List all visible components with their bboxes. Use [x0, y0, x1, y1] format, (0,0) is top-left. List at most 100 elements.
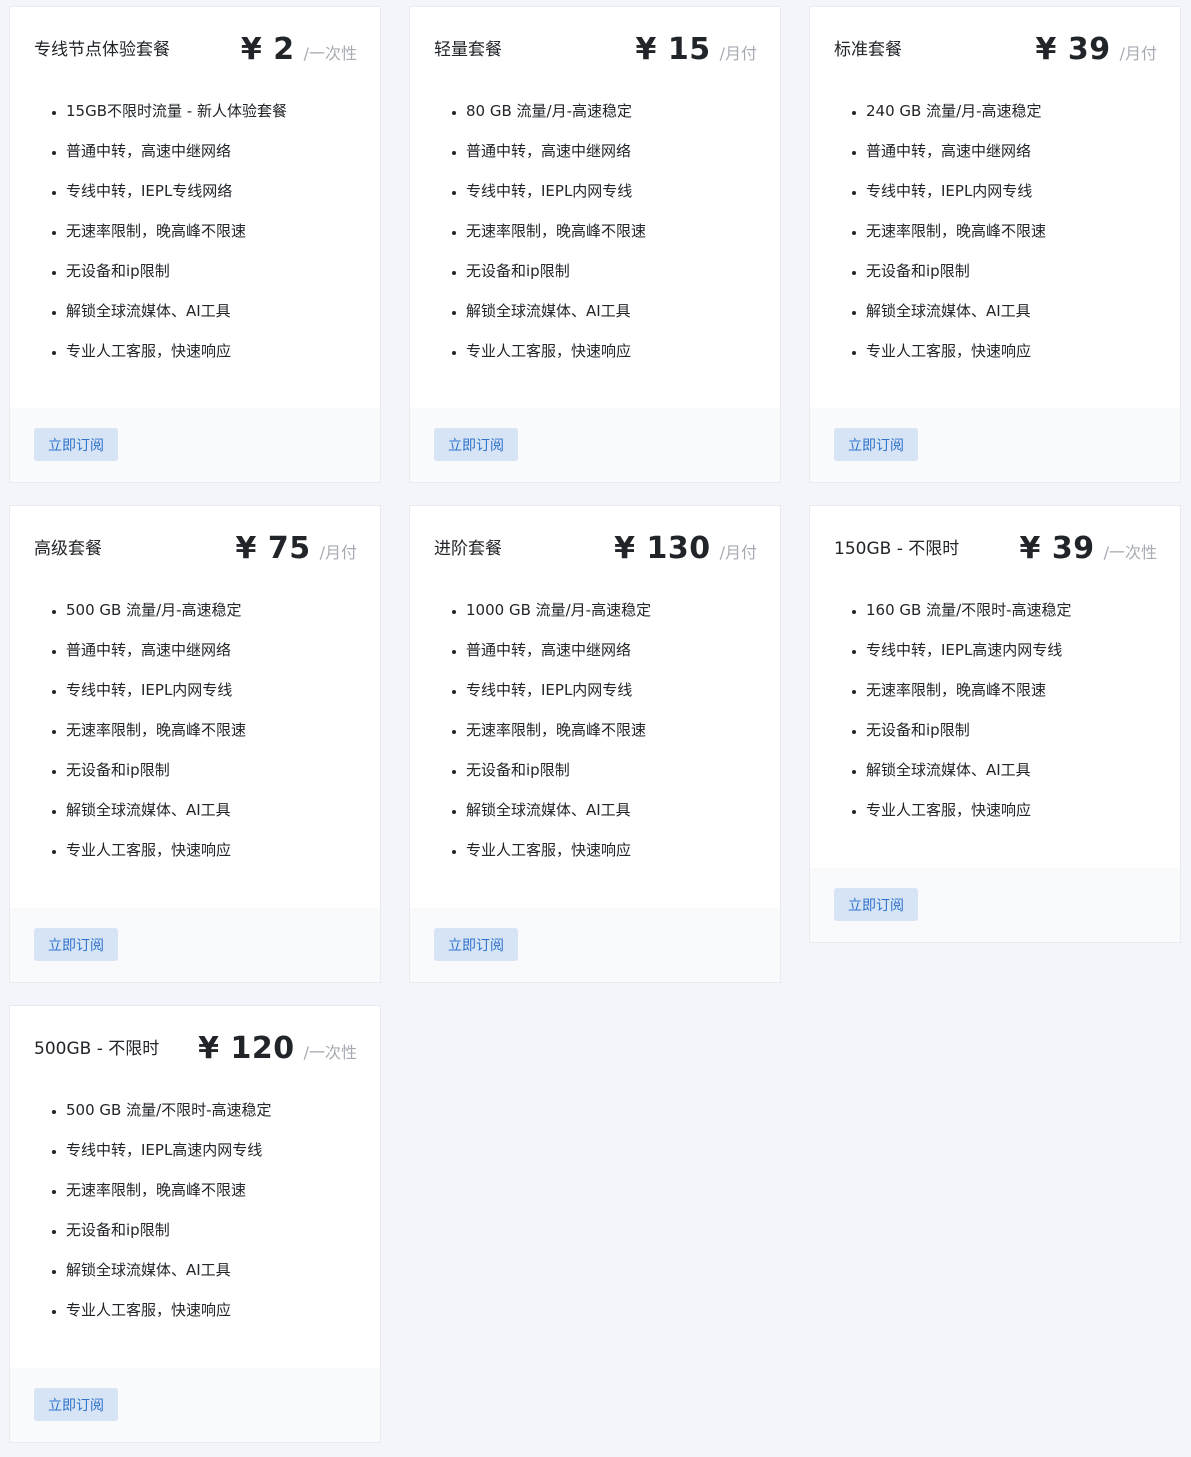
plan-price-group: ¥ 120 /一次性	[198, 1031, 357, 1067]
subscribe-button[interactable]: 立即订阅	[434, 928, 518, 961]
plan-feature: 无设备和ip限制	[66, 760, 380, 800]
plan-price: ¥ 15	[635, 32, 711, 67]
plan-feature: 80 GB 流量/月-高速稳定	[466, 101, 780, 141]
plan-feature-list: 240 GB 流量/月-高速稳定 普通中转，高速中继网络 专线中转，IEPL内网…	[810, 91, 1180, 408]
plan-feature: 500 GB 流量/月-高速稳定	[66, 600, 380, 640]
plan-name: 500GB - 不限时	[34, 1039, 160, 1059]
plan-feature: 解锁全球流媒体、AI工具	[466, 301, 780, 341]
plan-card-header: 高级套餐 ¥ 75 /月付	[10, 506, 380, 590]
plan-name: 轻量套餐	[434, 40, 502, 60]
plan-card: 标准套餐 ¥ 39 /月付 240 GB 流量/月-高速稳定 普通中转，高速中继…	[809, 6, 1181, 483]
plan-price-group: ¥ 2 /一次性	[241, 32, 357, 68]
plan-price-group: ¥ 39 /月付	[1036, 32, 1157, 68]
plan-feature: 解锁全球流媒体、AI工具	[866, 301, 1180, 341]
plan-price-group: ¥ 130 /月付	[614, 531, 757, 567]
plan-feature: 专线中转，IEPL高速内网专线	[66, 1140, 380, 1180]
plan-feature-list: 160 GB 流量/不限时-高速稳定 专线中转，IEPL高速内网专线 无速率限制…	[810, 590, 1180, 868]
plan-feature: 240 GB 流量/月-高速稳定	[866, 101, 1180, 141]
plan-feature: 专线中转，IEPL内网专线	[466, 680, 780, 720]
plan-card-header: 专线节点体验套餐 ¥ 2 /一次性	[10, 7, 380, 91]
subscribe-button[interactable]: 立即订阅	[34, 1388, 118, 1421]
plan-feature: 普通中转，高速中继网络	[66, 141, 380, 181]
plan-card: 专线节点体验套餐 ¥ 2 /一次性 15GB不限时流量 - 新人体验套餐 普通中…	[9, 6, 381, 483]
plan-feature: 专业人工客服，快速响应	[866, 341, 1180, 381]
plan-name: 标准套餐	[834, 40, 902, 60]
plan-feature: 无速率限制，晚高峰不限速	[66, 720, 380, 760]
plan-feature: 500 GB 流量/不限时-高速稳定	[66, 1100, 380, 1140]
plan-feature: 专业人工客服，快速响应	[66, 840, 380, 880]
plan-price: ¥ 120	[198, 1031, 295, 1066]
plan-card-header: 轻量套餐 ¥ 15 /月付	[410, 7, 780, 91]
plan-feature: 无速率限制，晚高峰不限速	[466, 221, 780, 261]
plan-feature: 无速率限制，晚高峰不限速	[466, 720, 780, 760]
plan-card-header: 500GB - 不限时 ¥ 120 /一次性	[10, 1006, 380, 1090]
plan-feature: 专线中转，IEPL内网专线	[66, 680, 380, 720]
plan-card-header: 150GB - 不限时 ¥ 39 /一次性	[810, 506, 1180, 590]
plan-feature: 无设备和ip限制	[466, 760, 780, 800]
plan-feature: 专线中转，IEPL高速内网专线	[866, 640, 1180, 680]
plan-period: /一次性	[303, 1043, 357, 1062]
plan-feature: 无速率限制，晚高峰不限速	[66, 221, 380, 261]
plan-card: 150GB - 不限时 ¥ 39 /一次性 160 GB 流量/不限时-高速稳定…	[809, 505, 1181, 943]
subscribe-button[interactable]: 立即订阅	[834, 428, 918, 461]
plan-grid: 专线节点体验套餐 ¥ 2 /一次性 15GB不限时流量 - 新人体验套餐 普通中…	[0, 0, 1191, 1457]
plan-feature: 解锁全球流媒体、AI工具	[466, 800, 780, 840]
plan-card-footer: 立即订阅	[10, 408, 380, 482]
plan-period: /月付	[719, 543, 757, 562]
plan-feature-list: 80 GB 流量/月-高速稳定 普通中转，高速中继网络 专线中转，IEPL内网专…	[410, 91, 780, 408]
subscribe-button[interactable]: 立即订阅	[434, 428, 518, 461]
plan-price: ¥ 39	[1035, 32, 1111, 67]
plan-period: /月付	[1119, 44, 1157, 63]
plan-feature-list: 500 GB 流量/不限时-高速稳定 专线中转，IEPL高速内网专线 无速率限制…	[10, 1090, 380, 1368]
plan-feature: 专线中转，IEPL专线网络	[66, 181, 380, 221]
plan-feature: 无速率限制，晚高峰不限速	[866, 221, 1180, 261]
plan-period: /一次性	[303, 44, 357, 63]
plan-feature: 160 GB 流量/不限时-高速稳定	[866, 600, 1180, 640]
plan-feature: 解锁全球流媒体、AI工具	[66, 1260, 380, 1300]
plan-card-header: 进阶套餐 ¥ 130 /月付	[410, 506, 780, 590]
plan-feature: 无速率限制，晚高峰不限速	[66, 1180, 380, 1220]
plan-feature: 无速率限制，晚高峰不限速	[866, 680, 1180, 720]
plan-feature-list: 15GB不限时流量 - 新人体验套餐 普通中转，高速中继网络 专线中转，IEPL…	[10, 91, 380, 408]
plan-period: /月付	[319, 543, 357, 562]
plan-feature: 无设备和ip限制	[466, 261, 780, 301]
subscribe-button[interactable]: 立即订阅	[834, 888, 918, 921]
subscribe-button[interactable]: 立即订阅	[34, 428, 118, 461]
plan-feature: 解锁全球流媒体、AI工具	[66, 301, 380, 341]
plan-name: 进阶套餐	[434, 539, 502, 559]
plan-card-header: 标准套餐 ¥ 39 /月付	[810, 7, 1180, 91]
plan-feature: 解锁全球流媒体、AI工具	[66, 800, 380, 840]
plan-feature: 专业人工客服，快速响应	[66, 1300, 380, 1340]
plan-name: 专线节点体验套餐	[34, 40, 170, 60]
plan-price-group: ¥ 39 /一次性	[1020, 531, 1157, 567]
plan-feature: 专业人工客服，快速响应	[66, 341, 380, 381]
plan-feature: 无设备和ip限制	[866, 261, 1180, 301]
plan-feature: 专线中转，IEPL内网专线	[866, 181, 1180, 221]
plan-price: ¥ 75	[235, 531, 311, 566]
plan-price-group: ¥ 75 /月付	[236, 531, 357, 567]
plan-card: 高级套餐 ¥ 75 /月付 500 GB 流量/月-高速稳定 普通中转，高速中继…	[9, 505, 381, 983]
plan-feature-list: 1000 GB 流量/月-高速稳定 普通中转，高速中继网络 专线中转，IEPL内…	[410, 590, 780, 908]
plan-card-footer: 立即订阅	[10, 1368, 380, 1442]
plan-name: 150GB - 不限时	[834, 539, 960, 559]
plan-price-group: ¥ 15 /月付	[636, 32, 757, 68]
plan-feature: 普通中转，高速中继网络	[866, 141, 1180, 181]
plan-price: ¥ 39	[1019, 531, 1095, 566]
plan-feature: 无设备和ip限制	[66, 261, 380, 301]
subscribe-button[interactable]: 立即订阅	[34, 928, 118, 961]
plan-price: ¥ 130	[614, 531, 711, 566]
plan-name: 高级套餐	[34, 539, 102, 559]
plan-feature: 无设备和ip限制	[866, 720, 1180, 760]
plan-period: /月付	[719, 44, 757, 63]
plan-feature: 普通中转，高速中继网络	[466, 141, 780, 181]
plan-feature-list: 500 GB 流量/月-高速稳定 普通中转，高速中继网络 专线中转，IEPL内网…	[10, 590, 380, 908]
plan-price: ¥ 2	[240, 32, 295, 67]
plan-feature: 无设备和ip限制	[66, 1220, 380, 1260]
plan-feature: 专业人工客服，快速响应	[466, 341, 780, 381]
plan-feature: 1000 GB 流量/月-高速稳定	[466, 600, 780, 640]
plan-feature: 专业人工客服，快速响应	[866, 800, 1180, 840]
plan-period: /一次性	[1103, 543, 1157, 562]
plan-feature: 解锁全球流媒体、AI工具	[866, 760, 1180, 800]
plan-feature: 普通中转，高速中继网络	[466, 640, 780, 680]
plan-feature: 15GB不限时流量 - 新人体验套餐	[66, 101, 380, 141]
